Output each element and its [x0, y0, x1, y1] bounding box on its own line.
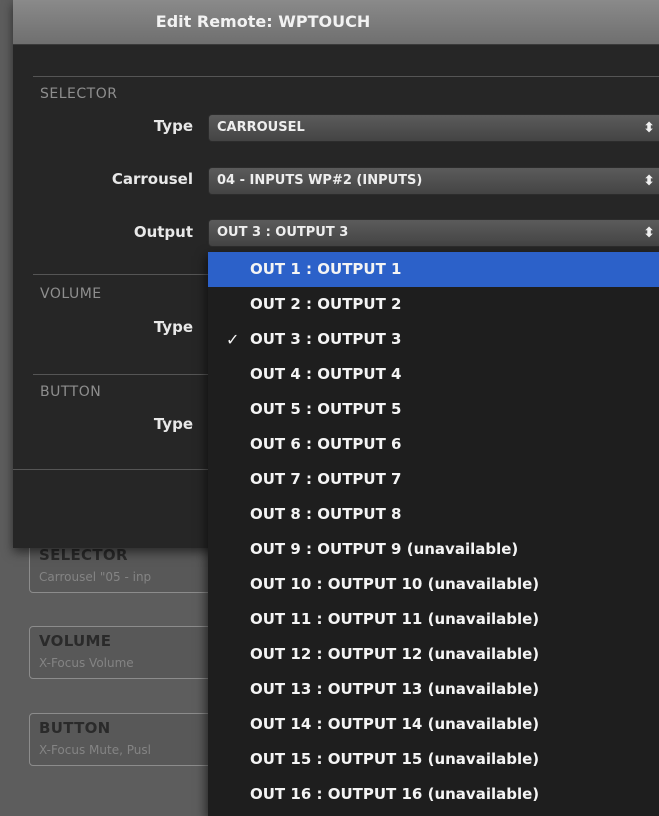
selector-type-label: Type	[153, 117, 193, 135]
section-divider	[33, 76, 659, 77]
select-arrows-icon: ⬍	[643, 173, 655, 189]
output-option-label: OUT 9 : OUTPUT 9 (unavailable)	[250, 540, 519, 558]
output-option-label: OUT 15 : OUTPUT 15 (unavailable)	[250, 750, 540, 768]
output-option-label: OUT 4 : OUTPUT 4	[250, 365, 402, 383]
bg-button-subtitle: X-Focus Mute, Pusl	[39, 743, 151, 757]
bg-button-title: BUTTON	[39, 719, 111, 737]
selector-type-select[interactable]: CARROUSEL ⬍	[208, 114, 659, 142]
output-option-label: OUT 2 : OUTPUT 2	[250, 295, 402, 313]
output-option-label: OUT 5 : OUTPUT 5	[250, 400, 402, 418]
dialog-titlebar: Edit Remote: WPTOUCH	[13, 0, 659, 45]
output-option[interactable]: OUT 10 : OUTPUT 10 (unavailable)	[208, 567, 659, 602]
output-option[interactable]: OUT 5 : OUTPUT 5	[208, 392, 659, 427]
output-option-label: OUT 3 : OUTPUT 3	[250, 330, 402, 348]
output-option[interactable]: OUT 13 : OUTPUT 13 (unavailable)	[208, 672, 659, 707]
output-option[interactable]: OUT 16 : OUTPUT 16 (unavailable)	[208, 777, 659, 812]
output-option[interactable]: OUT 14 : OUTPUT 14 (unavailable)	[208, 707, 659, 742]
output-select[interactable]: OUT 3 : OUTPUT 3 ⬍	[208, 219, 659, 247]
dialog-title: Edit Remote: WPTOUCH	[155, 12, 371, 31]
select-arrows-icon: ⬍	[643, 225, 655, 241]
output-option[interactable]: OUT 8 : OUTPUT 8	[208, 497, 659, 532]
output-option-label: OUT 11 : OUTPUT 11 (unavailable)	[250, 610, 540, 628]
bg-selector-subtitle: Carrousel "05 - inp	[39, 570, 152, 584]
bg-volume-subtitle: X-Focus Volume	[39, 656, 134, 670]
output-option-label: OUT 12 : OUTPUT 12 (unavailable)	[250, 645, 540, 663]
output-option-label: OUT 10 : OUTPUT 10 (unavailable)	[250, 575, 540, 593]
checkmark-icon: ✓	[226, 330, 240, 349]
output-option-label: OUT 14 : OUTPUT 14 (unavailable)	[250, 715, 540, 733]
output-option[interactable]: OUT 7 : OUTPUT 7	[208, 462, 659, 497]
volume-type-label: Type	[153, 318, 193, 336]
selector-section-label: SELECTOR	[40, 86, 118, 102]
volume-section-label: VOLUME	[40, 286, 102, 302]
carrousel-select[interactable]: 04 - INPUTS WP#2 (INPUTS) ⬍	[208, 167, 659, 195]
bg-volume-title: VOLUME	[39, 632, 112, 650]
bg-selector-title: SELECTOR	[39, 546, 128, 564]
carrousel-value: 04 - INPUTS WP#2 (INPUTS)	[217, 173, 423, 188]
carrousel-label: Carrousel	[111, 170, 193, 188]
output-option[interactable]: OUT 2 : OUTPUT 2	[208, 287, 659, 322]
selector-type-value: CARROUSEL	[217, 120, 305, 135]
output-option-label: OUT 1 : OUTPUT 1	[250, 260, 402, 278]
output-option[interactable]: OUT 12 : OUTPUT 12 (unavailable)	[208, 637, 659, 672]
output-option-label: OUT 16 : OUTPUT 16 (unavailable)	[250, 785, 540, 803]
output-option[interactable]: OUT 4 : OUTPUT 4	[208, 357, 659, 392]
output-option-label: OUT 7 : OUTPUT 7	[250, 470, 402, 488]
output-option[interactable]: OUT 9 : OUTPUT 9 (unavailable)	[208, 532, 659, 567]
output-option-label: OUT 6 : OUTPUT 6	[250, 435, 402, 453]
output-option-label: OUT 8 : OUTPUT 8	[250, 505, 402, 523]
output-option[interactable]: OUT 1 : OUTPUT 1	[208, 252, 659, 287]
select-arrows-icon: ⬍	[643, 120, 655, 136]
button-section-label: BUTTON	[40, 384, 102, 400]
output-label: Output	[133, 223, 193, 241]
button-type-label: Type	[153, 415, 193, 433]
output-option-label: OUT 13 : OUTPUT 13 (unavailable)	[250, 680, 540, 698]
output-option[interactable]: OUT 11 : OUTPUT 11 (unavailable)	[208, 602, 659, 637]
output-option[interactable]: OUT 15 : OUTPUT 15 (unavailable)	[208, 742, 659, 777]
output-option[interactable]: ✓ OUT 3 : OUTPUT 3	[208, 322, 659, 357]
output-value: OUT 3 : OUTPUT 3	[217, 225, 349, 240]
output-option[interactable]: OUT 6 : OUTPUT 6	[208, 427, 659, 462]
output-dropdown-menu: OUT 1 : OUTPUT 1 OUT 2 : OUTPUT 2 ✓ OUT 3 :…	[208, 252, 659, 816]
